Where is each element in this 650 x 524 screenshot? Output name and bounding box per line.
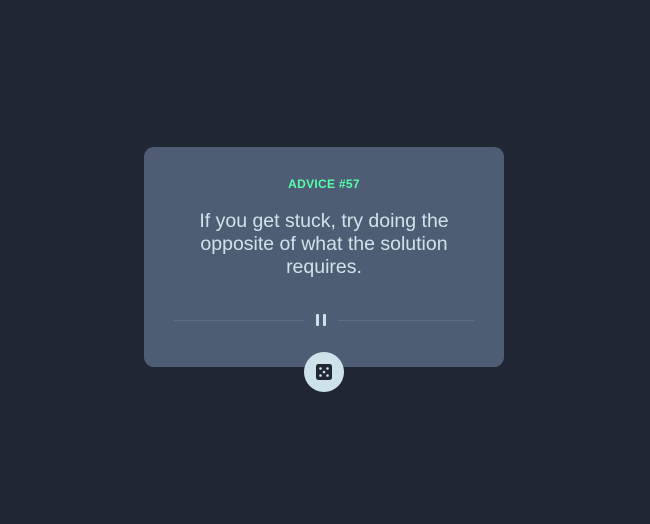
divider-line-right	[338, 320, 474, 321]
pause-icon	[315, 314, 327, 326]
advice-quote: If you get stuck, try doing the opposite…	[199, 210, 449, 278]
divider-line-left	[174, 320, 304, 321]
new-advice-button[interactable]	[304, 352, 344, 392]
advice-card: ADVICE #57 If you get stuck, try doing t…	[144, 147, 504, 367]
dice-icon	[316, 364, 332, 380]
advice-id-label: ADVICE #57	[288, 177, 360, 191]
divider	[174, 313, 474, 327]
